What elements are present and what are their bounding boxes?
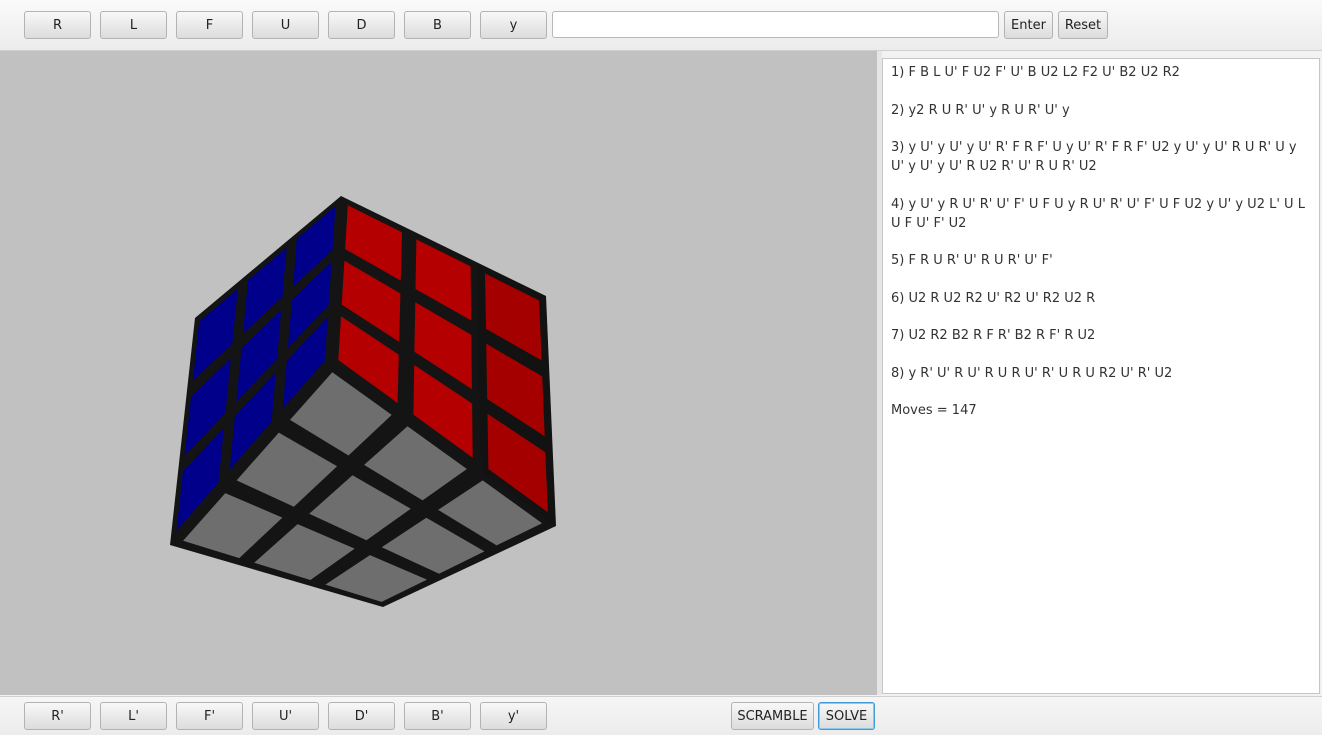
- move-f-button[interactable]: F: [176, 11, 243, 39]
- move-r-button[interactable]: R: [24, 11, 91, 39]
- top-toolbar: R L F U D B y Enter Reset: [0, 0, 1322, 51]
- move-u-prime-button[interactable]: U': [252, 702, 319, 730]
- move-f-prime-button[interactable]: F': [176, 702, 243, 730]
- moves-input[interactable]: [552, 11, 999, 38]
- solution-step-4: 4) y U' y R U' R' U' F' U F U y R U' R' …: [891, 196, 1305, 231]
- move-y-prime-button[interactable]: y': [480, 702, 547, 730]
- move-b-button[interactable]: B: [404, 11, 471, 39]
- solve-button[interactable]: SOLVE: [818, 702, 875, 730]
- bottom-toolbar: R' L' F' U' D' B' y' SCRAMBLE SOLVE: [0, 696, 1322, 735]
- solution-step-7: 7) U2 R2 B2 R F R' B2 R F' R U2: [891, 328, 1096, 343]
- solution-step-8: 8) y R' U' R U' R U R U' R' U R U R2 U' …: [891, 365, 1173, 381]
- solution-step-3: 3) y U' y U' y U' R' F R F' U y U' R' F …: [891, 140, 1297, 174]
- move-y-button[interactable]: y: [480, 11, 547, 39]
- move-b-prime-button[interactable]: B': [404, 702, 471, 730]
- move-u-button[interactable]: U: [252, 11, 319, 39]
- scramble-button[interactable]: SCRAMBLE: [731, 702, 814, 730]
- solution-step-6: 6) U2 R U2 R2 U' R2 U' R2 U2 R: [891, 290, 1096, 306]
- move-d-button[interactable]: D: [328, 11, 395, 39]
- moves-count: Moves = 147: [891, 403, 977, 418]
- solution-step-2: 2) y2 R U R' U' y R U R' U' y: [891, 102, 1070, 118]
- rubiks-cube: [170, 196, 556, 607]
- solution-step-5: 5) F R U R' U' R U R' U' F': [891, 253, 1053, 268]
- enter-button[interactable]: Enter: [1004, 11, 1053, 39]
- move-d-prime-button[interactable]: D': [328, 702, 395, 730]
- move-l-button[interactable]: L: [100, 11, 167, 39]
- cube-3d-viewport[interactable]: [0, 51, 877, 695]
- move-r-prime-button[interactable]: R': [24, 702, 91, 730]
- solution-panel: 1) F B L U' F U2 F' U' B U2 L2 F2 U' B2 …: [882, 58, 1320, 694]
- solution-step-1: 1) F B L U' F U2 F' U' B U2 L2 F2 U' B2 …: [891, 65, 1180, 80]
- move-l-prime-button[interactable]: L': [100, 702, 167, 730]
- reset-button[interactable]: Reset: [1058, 11, 1108, 39]
